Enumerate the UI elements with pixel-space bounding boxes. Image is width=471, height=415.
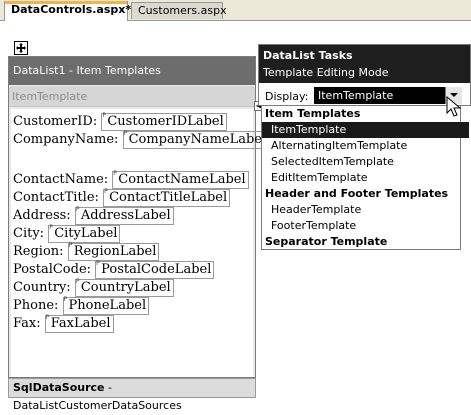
dropdown-group-separator: Separator Template (265, 235, 388, 248)
dropdown-group-header-footer: Header and Footer Templates (265, 187, 449, 200)
field-row-customerid: CustomerID: CustomerIDLabel (13, 112, 227, 131)
display-dropdown-list[interactable]: Item Templates ItemTemplate AlternatingI… (261, 105, 469, 250)
label-control[interactable]: CityLabel (48, 224, 121, 243)
datalist-control[interactable]: DataList1 - Item Templates ItemTemplate … (8, 56, 270, 378)
sqldatasource-type: SqlDataSource (13, 381, 105, 394)
tab-datacontrols[interactable]: DataControls.aspx* (4, 1, 131, 21)
datalist-header: DataList1 - Item Templates (9, 57, 255, 85)
label-control[interactable]: CompanyNameLabel (122, 130, 270, 149)
field-row-fax: Fax: FaxLabel (13, 314, 114, 333)
tasks-title: DataList Tasks (263, 49, 353, 62)
dropdown-group-item-templates: Item Templates (265, 107, 361, 120)
dropdown-option-edititemtemplate[interactable]: EditItemTemplate (262, 170, 469, 186)
document-tab-bar: DataControls.aspx* Customers.aspx (0, 0, 471, 21)
datalist-tasks-panel: DataList Tasks Template Editing Mode Dis… (258, 44, 471, 106)
tab-customers[interactable]: Customers.aspx (131, 2, 227, 19)
pointer-cursor-icon (446, 96, 462, 117)
field-row-city: City: CityLabel (13, 224, 121, 243)
move-handle-icon[interactable] (14, 41, 28, 55)
field-row-country: Country: CountryLabel (13, 278, 174, 297)
label-control[interactable]: PostalCodeLabel (95, 260, 215, 279)
tasks-subtitle: Template Editing Mode (263, 66, 389, 79)
dropdown-option-footertemplate[interactable]: FooterTemplate (262, 218, 469, 234)
label-control[interactable]: RegionLabel (67, 242, 160, 261)
dropdown-option-selecteditemtemplate[interactable]: SelectedItemTemplate (262, 154, 469, 170)
label-control[interactable]: FaxLabel (44, 314, 114, 333)
field-row-address: Address: AddressLabel (13, 206, 174, 225)
display-select-value: ItemTemplate (318, 89, 394, 102)
label-control[interactable]: CountryLabel (74, 278, 174, 297)
dropdown-option-headertemplate[interactable]: HeaderTemplate (262, 202, 469, 218)
label-control[interactable]: ContactTitleLabel (103, 188, 231, 207)
field-row-contacttitle: ContactTitle: ContactTitleLabel (13, 188, 231, 207)
display-select[interactable]: ItemTemplate (314, 87, 462, 104)
template-editor-body[interactable]: CustomerID: CustomerIDLabel CompanyName:… (11, 109, 270, 377)
display-label: Display: (265, 90, 309, 103)
label-control[interactable]: ContactNameLabel (112, 170, 249, 189)
dropdown-option-alternatingitemtemplate[interactable]: AlternatingItemTemplate (262, 138, 469, 154)
field-row-contactname: ContactName: ContactNameLabel (13, 170, 249, 189)
field-row-region: Region: RegionLabel (13, 242, 160, 261)
field-row-phone: Phone: PhoneLabel (13, 296, 150, 315)
label-control[interactable]: AddressLabel (74, 206, 174, 225)
label-control[interactable]: PhoneLabel (62, 296, 150, 315)
field-row-companyname: CompanyName: CompanyNameLabel (13, 130, 270, 149)
template-section-label: ItemTemplate (9, 86, 255, 107)
field-row-postalcode: PostalCode: PostalCodeLabel (13, 260, 215, 279)
dropdown-option-itemtemplate[interactable]: ItemTemplate (262, 122, 469, 138)
sqldatasource-control[interactable]: SqlDataSource - DataListCustomerDataSour… (8, 378, 256, 412)
label-control[interactable]: CustomerIDLabel (101, 112, 227, 131)
tasks-header: DataList Tasks Template Editing Mode (259, 45, 470, 83)
